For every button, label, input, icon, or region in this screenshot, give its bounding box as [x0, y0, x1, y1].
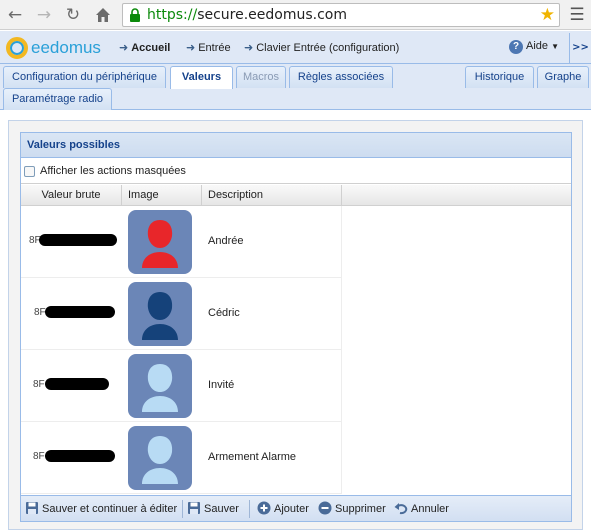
help-icon: ? [509, 40, 523, 54]
table-row[interactable]: 8F Armement Alarme [21, 422, 342, 494]
add-button[interactable]: Ajouter [257, 501, 309, 518]
save-continue-button[interactable]: Sauver et continuer à éditer [25, 501, 177, 518]
bottom-toolbar: Sauver et continuer à éditer Sauver Ajou… [21, 495, 571, 521]
help-menu[interactable]: ? Aide ▼ [509, 40, 559, 54]
home-icon[interactable] [92, 4, 114, 26]
address-bar[interactable]: https://secure.eedomus.com ★ [122, 3, 560, 27]
user-icon [128, 210, 192, 274]
toolbar-separator [182, 500, 183, 518]
table-row[interactable]: 8F Invité [21, 350, 342, 422]
panel-title: Valeurs possibles [21, 133, 571, 158]
tab-regles-associees[interactable]: Règles associées [289, 66, 393, 88]
tab-bar: Configuration du périphérique Valeurs Ma… [0, 64, 591, 110]
value-description: Invité [208, 379, 235, 391]
hamburger-menu-icon[interactable]: ☰ [567, 4, 587, 26]
grid-header: Valeur brute Image Description [21, 185, 571, 206]
tab-graphe[interactable]: Graphe [537, 66, 589, 88]
expand-button[interactable]: >> [569, 33, 591, 63]
redaction-mark [45, 306, 115, 318]
arrow-right-icon: ➜ [119, 41, 129, 54]
minus-circle-icon [318, 501, 332, 518]
breadcrumb-accueil[interactable]: ➜ Accueil [119, 41, 170, 54]
tab-parametrage-radio[interactable]: Paramétrage radio [3, 88, 112, 110]
tab-valeurs[interactable]: Valeurs [170, 66, 233, 89]
undo-icon [394, 501, 408, 518]
back-icon[interactable]: ← [4, 4, 26, 26]
user-icon [128, 354, 192, 418]
raw-value: 8F [34, 307, 46, 318]
user-icon [128, 282, 192, 346]
user-silhouette [142, 292, 178, 340]
delete-button[interactable]: Supprimer [318, 501, 386, 518]
raw-value: 8F [33, 451, 45, 462]
tab-historique[interactable]: Historique [465, 66, 534, 88]
star-icon[interactable]: ★ [540, 5, 555, 25]
save-button[interactable]: Sauver [187, 501, 239, 518]
breadcrumb-clavier-entree[interactable]: ➜ Clavier Entrée (configuration) [244, 41, 399, 54]
forward-icon[interactable]: → [33, 4, 55, 26]
toolbar-separator [249, 500, 250, 518]
plus-circle-icon [257, 501, 271, 518]
show-hidden-actions-label[interactable]: Afficher les actions masquées [40, 159, 186, 184]
user-silhouette [142, 220, 178, 268]
redaction-mark [45, 378, 109, 390]
cancel-button[interactable]: Annuler [394, 501, 449, 518]
chevron-down-icon: ▼ [551, 42, 560, 51]
eedomus-logo-icon[interactable] [6, 37, 28, 59]
floppy-disk-icon [187, 501, 201, 518]
table-row[interactable]: 8F Cédric [21, 278, 342, 350]
show-hidden-actions-checkbox[interactable] [24, 166, 35, 177]
redaction-mark [45, 450, 115, 462]
redaction-mark [39, 234, 117, 246]
tab-macros: Macros [236, 66, 286, 88]
floppy-disk-icon [25, 501, 39, 518]
app-header: eedomus ➜ Accueil ➜ Entrée ➜ Clavier Entrée… [0, 31, 591, 64]
arrow-right-icon: ➜ [244, 41, 254, 54]
url-text: https://secure.eedomus.com [147, 7, 348, 23]
arrow-right-icon: ➜ [186, 41, 196, 54]
value-description: Armement Alarme [208, 451, 297, 463]
value-description: Cédric [208, 307, 240, 319]
tab-configuration[interactable]: Configuration du périphérique [3, 66, 166, 88]
column-header-image[interactable]: Image [122, 185, 202, 206]
user-silhouette [142, 364, 178, 412]
value-description: Andrée [208, 235, 244, 247]
raw-value: 8F [33, 379, 45, 390]
column-header-description[interactable]: Description [202, 185, 342, 206]
breadcrumb-entree[interactable]: ➜ Entrée [186, 41, 231, 54]
column-header-raw-value[interactable]: Valeur brute [21, 185, 122, 206]
user-silhouette [142, 436, 178, 484]
logo-text[interactable]: eedomus [31, 38, 101, 58]
user-icon [128, 426, 192, 490]
table-row[interactable]: 8F Andrée [21, 206, 342, 278]
lock-icon [129, 8, 141, 26]
browser-toolbar: ← → ↻ https://secure.eedomus.com ★ ☰ [0, 0, 591, 30]
show-hidden-actions-row: Afficher les actions masquées [21, 159, 571, 184]
reload-icon[interactable]: ↻ [62, 4, 84, 26]
